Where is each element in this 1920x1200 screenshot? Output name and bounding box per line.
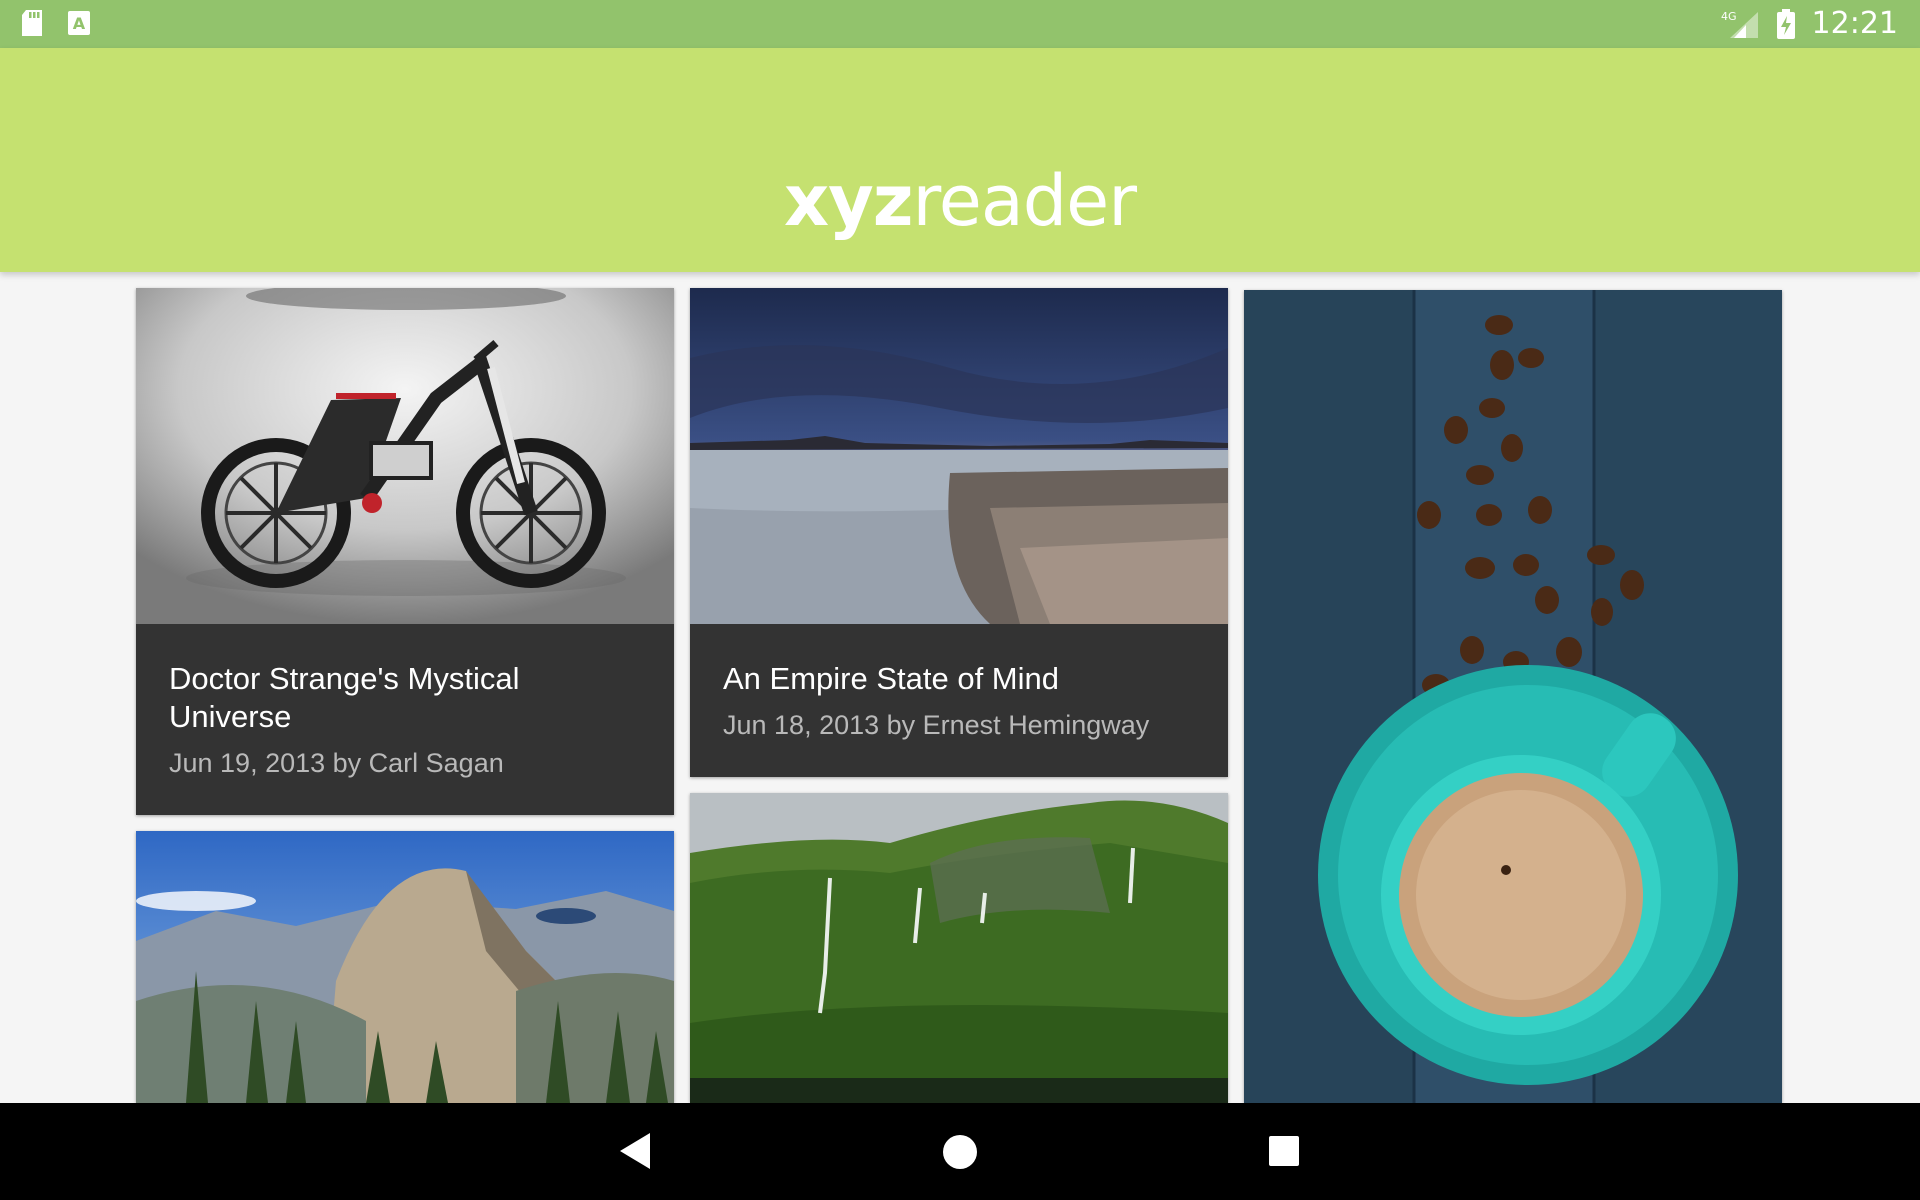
svg-text:A: A	[73, 14, 86, 33]
article-image	[136, 831, 674, 1103]
app-bar: xyzreader	[0, 48, 1920, 272]
article-card[interactable]	[690, 793, 1228, 1103]
article-card[interactable]: Doctor Strange's Mystical Universe Jun 1…	[136, 288, 674, 815]
signal-4g-icon: 4G	[1721, 10, 1758, 38]
article-meta: Jun 18, 2013 by Ernest Hemingway	[723, 710, 1150, 740]
article-card[interactable]	[136, 831, 674, 1103]
article-image	[1244, 290, 1782, 1103]
article-image	[690, 793, 1228, 1103]
status-bar: A 4G 12:21	[0, 0, 1920, 48]
article-card[interactable]	[1244, 290, 1782, 1103]
svg-text:4G: 4G	[1721, 10, 1737, 23]
app-logo: xyzreader	[0, 166, 1920, 236]
clock: 12:21	[1811, 6, 1898, 41]
keyboard-a-icon: A	[68, 11, 90, 35]
article-image	[136, 288, 674, 624]
battery-charging-icon	[1776, 8, 1795, 39]
article-card[interactable]: An Empire State of Mind Jun 18, 2013 by …	[690, 288, 1228, 777]
logo-xyz: xyz	[783, 160, 914, 242]
home-icon[interactable]	[941, 1133, 979, 1171]
article-title: Doctor Strange's Mystical Universe	[169, 661, 520, 734]
sd-card-icon	[22, 10, 42, 36]
logo-reader: reader	[912, 160, 1137, 242]
article-meta: Jun 19, 2013 by Carl Sagan	[169, 748, 504, 778]
article-title: An Empire State of Mind	[723, 661, 1059, 696]
back-icon[interactable]	[618, 1131, 654, 1171]
article-image	[690, 288, 1228, 624]
recents-icon[interactable]	[1267, 1134, 1301, 1168]
navigation-bar	[0, 1103, 1920, 1200]
